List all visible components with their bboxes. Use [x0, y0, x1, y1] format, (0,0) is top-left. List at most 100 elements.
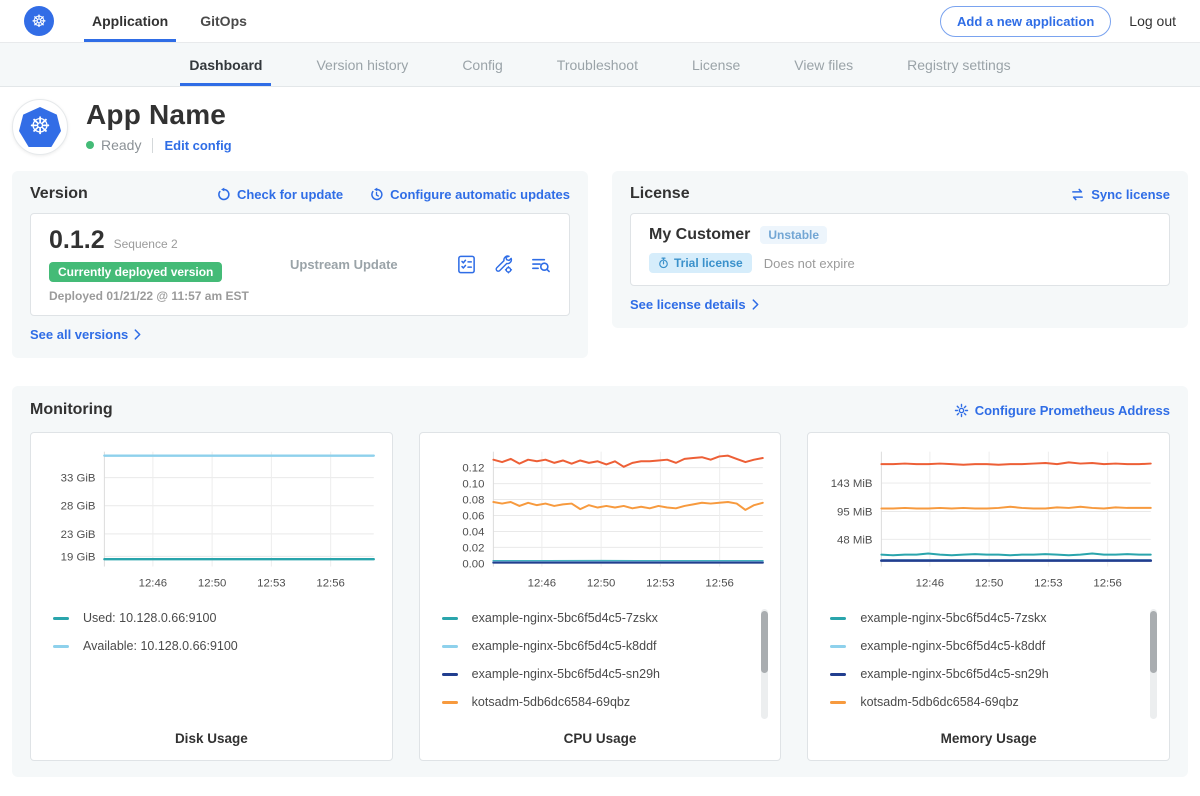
- tab-dashboard[interactable]: Dashboard: [162, 43, 289, 86]
- add-application-button[interactable]: Add a new application: [940, 6, 1111, 37]
- license-card-title: License: [630, 185, 690, 203]
- app-status-row: Ready Edit config: [86, 137, 232, 153]
- tab-application-label: Application: [92, 13, 168, 29]
- wrench-gear-icon: [493, 254, 514, 275]
- svg-text:143 MiB: 143 MiB: [831, 478, 873, 490]
- kubernetes-app-icon: ☸: [19, 107, 61, 147]
- preflight-checks-button[interactable]: [456, 254, 477, 275]
- svg-text:23 GiB: 23 GiB: [61, 529, 96, 541]
- brand: ☸: [24, 0, 54, 42]
- legend-color-dash: [442, 617, 458, 620]
- legend-item: example-nginx-5bc6f5d4c5-7zskx: [830, 611, 1145, 625]
- kubernetes-logo-icon: ☸: [24, 6, 54, 36]
- customer-name: My Customer: [649, 226, 750, 244]
- clock-refresh-icon: [369, 187, 384, 202]
- chevron-right-icon: [752, 299, 759, 310]
- legend-label: example-nginx-5bc6f5d4c5-7zskx: [472, 611, 658, 625]
- legend-item: Used: 10.128.0.66:9100: [53, 611, 368, 625]
- legend-label: example-nginx-5bc6f5d4c5-sn29h: [860, 667, 1048, 681]
- tab-view-files[interactable]: View files: [767, 43, 880, 86]
- lines-magnifier-icon: [530, 254, 551, 275]
- tab-dashboard-label: Dashboard: [189, 57, 262, 73]
- svg-text:0.02: 0.02: [462, 542, 484, 554]
- legend-item: example-nginx-5bc6f5d4c5-k8ddf: [830, 639, 1145, 653]
- trial-license-label: Trial license: [674, 256, 743, 270]
- legend-color-dash: [830, 673, 846, 676]
- svg-text:12:46: 12:46: [527, 577, 555, 589]
- tab-troubleshoot[interactable]: Troubleshoot: [530, 43, 665, 86]
- svg-text:0.08: 0.08: [462, 495, 484, 507]
- see-all-versions-link[interactable]: See all versions: [30, 327, 141, 342]
- tab-config[interactable]: Config: [435, 43, 529, 86]
- check-for-update-link[interactable]: Check for update: [216, 187, 343, 202]
- monitoring-title: Monitoring: [30, 401, 113, 419]
- legend-item: example-nginx-5bc6f5d4c5-sn29h: [830, 667, 1145, 681]
- legend-item: Available: 10.128.0.66:9100: [53, 639, 368, 653]
- logout-button[interactable]: Log out: [1129, 13, 1176, 29]
- status-text: Ready: [101, 137, 141, 153]
- tab-view-files-label: View files: [794, 57, 853, 73]
- tab-registry-settings[interactable]: Registry settings: [880, 43, 1037, 86]
- memory-usage-title: Memory Usage: [818, 731, 1159, 746]
- config-wrench-button[interactable]: [493, 254, 514, 275]
- tab-application[interactable]: Application: [76, 0, 184, 42]
- monitoring-section: Monitoring Configure Prometheus Address …: [12, 386, 1188, 777]
- legend-scrollbar[interactable]: [761, 609, 768, 719]
- channel-badge: Unstable: [760, 226, 827, 244]
- legend-scrollbar-thumb[interactable]: [761, 611, 768, 673]
- tab-gitops-label: GitOps: [200, 13, 247, 29]
- memory-usage-chart: 48 MiB95 MiB143 MiB12:4612:5012:5312:56: [818, 441, 1159, 601]
- deployed-badge: Currently deployed version: [49, 262, 222, 282]
- sync-license-link[interactable]: Sync license: [1070, 187, 1170, 202]
- chevron-right-icon: [134, 329, 141, 340]
- divider: [152, 138, 153, 153]
- trial-license-badge: Trial license: [649, 253, 752, 273]
- svg-text:12:56: 12:56: [705, 577, 733, 589]
- svg-text:0.06: 0.06: [462, 510, 484, 522]
- app-avatar: ☸: [12, 99, 68, 155]
- configure-prometheus-link[interactable]: Configure Prometheus Address: [954, 403, 1170, 418]
- cpu-usage-title: CPU Usage: [430, 731, 771, 746]
- legend-item: example-nginx-5bc6f5d4c5-7zskx: [442, 611, 757, 625]
- svg-text:95 MiB: 95 MiB: [837, 506, 872, 518]
- svg-text:12:46: 12:46: [139, 577, 167, 589]
- svg-text:48 MiB: 48 MiB: [837, 534, 872, 546]
- edit-config-link[interactable]: Edit config: [164, 138, 231, 153]
- page-title: App Name: [86, 99, 232, 131]
- sync-icon: [1070, 187, 1085, 202]
- svg-text:33 GiB: 33 GiB: [61, 473, 96, 485]
- refresh-icon: [216, 187, 231, 202]
- cpu-usage-card: 0.000.020.040.060.080.100.1212:4612:5012…: [419, 432, 782, 761]
- legend-color-dash: [830, 701, 846, 704]
- svg-text:0.00: 0.00: [462, 558, 484, 570]
- see-license-details-link[interactable]: See license details: [630, 297, 759, 312]
- tab-version-history[interactable]: Version history: [289, 43, 435, 86]
- legend-item: example-nginx-5bc6f5d4c5-k8ddf: [442, 639, 757, 653]
- svg-text:12:56: 12:56: [316, 577, 344, 589]
- svg-text:0.04: 0.04: [462, 526, 484, 538]
- checklist-icon: [456, 254, 477, 275]
- configure-prometheus-label: Configure Prometheus Address: [975, 403, 1170, 418]
- svg-text:12:50: 12:50: [975, 577, 1003, 589]
- legend-color-dash: [442, 673, 458, 676]
- configure-automatic-updates-link[interactable]: Configure automatic updates: [369, 187, 570, 202]
- svg-text:12:56: 12:56: [1094, 577, 1122, 589]
- tab-version-history-label: Version history: [316, 57, 408, 73]
- memory-usage-legend: example-nginx-5bc6f5d4c5-7zskx example-ng…: [818, 607, 1159, 725]
- svg-text:12:53: 12:53: [646, 577, 674, 589]
- legend-label: example-nginx-5bc6f5d4c5-k8ddf: [472, 639, 657, 653]
- current-version-card: 0.1.2 Sequence 2 Currently deployed vers…: [30, 213, 570, 316]
- legend-scrollbar[interactable]: [1150, 609, 1157, 719]
- tab-gitops[interactable]: GitOps: [184, 0, 263, 42]
- top-nav-right: Add a new application Log out: [940, 0, 1176, 42]
- deployed-timestamp: Deployed 01/21/22 @ 11:57 am EST: [49, 289, 264, 303]
- tab-license[interactable]: License: [665, 43, 767, 86]
- top-nav: ☸ Application GitOps Add a new applicati…: [0, 0, 1200, 43]
- check-for-update-label: Check for update: [237, 187, 343, 202]
- disk-usage-chart: 19 GiB23 GiB28 GiB33 GiB12:4612:5012:531…: [41, 441, 382, 601]
- view-diff-button[interactable]: [530, 254, 551, 275]
- memory-usage-card: 48 MiB95 MiB143 MiB12:4612:5012:5312:56 …: [807, 432, 1170, 761]
- legend-color-dash: [53, 617, 69, 620]
- cpu-usage-legend: example-nginx-5bc6f5d4c5-7zskx example-ng…: [430, 607, 771, 725]
- legend-scrollbar-thumb[interactable]: [1150, 611, 1157, 673]
